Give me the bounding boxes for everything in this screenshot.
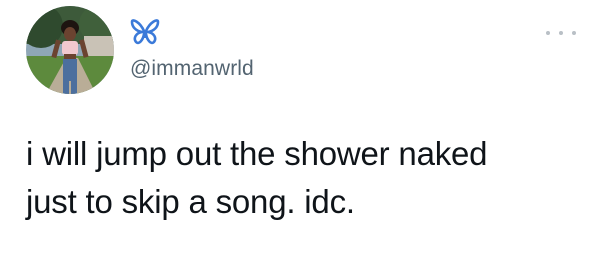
butterfly-icon bbox=[130, 19, 160, 45]
tweet-text-line: just to skip a song. idc. bbox=[26, 183, 355, 220]
dot bbox=[546, 31, 550, 35]
avatar[interactable] bbox=[26, 6, 114, 94]
user-handle[interactable]: @immanwrld bbox=[130, 56, 254, 82]
more-options-icon[interactable] bbox=[546, 26, 576, 40]
tweet-text: i will jump out the shower naked just to… bbox=[26, 130, 586, 226]
tweet-card: @immanwrld i will jump out the shower na… bbox=[0, 0, 599, 257]
dot bbox=[572, 31, 576, 35]
display-name[interactable] bbox=[130, 18, 160, 46]
tweet-text-line: i will jump out the shower naked bbox=[26, 135, 488, 172]
dot bbox=[559, 31, 563, 35]
avatar-image bbox=[26, 6, 114, 94]
